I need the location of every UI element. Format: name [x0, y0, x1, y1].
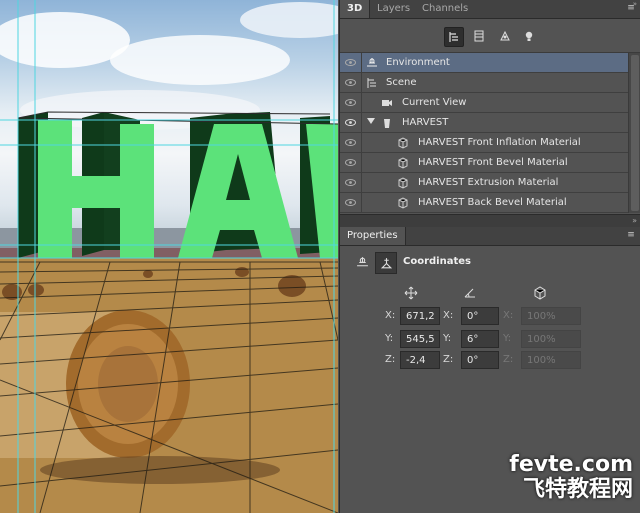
list-item-label: HARVEST Front Inflation Material — [418, 137, 581, 148]
visibility-eye-icon[interactable] — [340, 133, 362, 152]
panel-dock: 3D Layers Channels ≡ » Environment Scene — [339, 0, 640, 513]
rotation-y-input[interactable]: 6° — [461, 330, 499, 348]
watermark-site-name: 飞特教程网 — [522, 477, 633, 502]
scale-z-input[interactable]: 100% — [521, 351, 581, 369]
expand-triangle-icon[interactable] — [367, 118, 375, 124]
list-item-label: HARVEST Extrusion Material — [418, 177, 559, 188]
environment-props-icon[interactable] — [354, 254, 370, 270]
collapse-icon[interactable]: » — [632, 215, 637, 226]
camera-icon — [380, 96, 393, 109]
position-x-input[interactable]: 671,2 — [400, 307, 440, 325]
axis-label: Y: — [443, 333, 452, 344]
rotation-icon — [461, 284, 479, 302]
properties-tabbar: Properties ≡ — [340, 227, 640, 246]
tab-3d[interactable]: 3D — [340, 0, 371, 18]
panel-splitter[interactable]: » — [340, 214, 640, 228]
scale-y-input[interactable]: 100% — [521, 330, 581, 348]
axis-label: Y: — [385, 333, 394, 344]
list-item-harvest[interactable]: HARVEST — [340, 113, 628, 133]
list-item-label: Current View — [402, 97, 467, 108]
axis-label: Z: — [385, 354, 396, 365]
scale-icon — [531, 284, 549, 302]
properties-header: Coordinates — [340, 250, 640, 276]
material-icon — [396, 156, 409, 169]
rotation-z-input[interactable]: 0° — [461, 351, 499, 369]
list-item-material[interactable]: HARVEST Extrusion Material — [340, 173, 628, 193]
visibility-eye-icon[interactable] — [340, 113, 362, 132]
position-y-input[interactable]: 545,5 — [400, 330, 440, 348]
watermark-domain: fevte.com — [509, 452, 633, 477]
axis-label: Z: — [443, 354, 454, 365]
list-item-scene[interactable]: Scene — [340, 73, 628, 93]
list-item-label: Environment — [386, 57, 450, 68]
list-item-label: HARVEST Back Bevel Material — [418, 197, 567, 208]
visibility-eye-icon[interactable] — [340, 73, 362, 92]
tab-layers[interactable]: Layers — [370, 0, 417, 18]
material-filter-icon[interactable] — [496, 27, 514, 45]
list-item-label: Scene — [386, 77, 417, 88]
scene-icon — [365, 76, 378, 89]
list-item-environment[interactable]: Environment — [340, 53, 628, 73]
material-icon — [396, 136, 409, 149]
mesh-icon — [380, 116, 393, 129]
visibility-eye-icon[interactable] — [340, 153, 362, 172]
material-icon — [396, 196, 409, 209]
axis-label: X: — [385, 310, 396, 321]
watermark: fevte.com 飞特教程网 — [509, 453, 633, 503]
properties-menu-icon[interactable]: ≡ — [625, 230, 637, 240]
list-item-material[interactable]: HARVEST Front Bevel Material — [340, 153, 628, 173]
position-icon — [402, 284, 420, 302]
mesh-filter-icon[interactable] — [470, 27, 488, 45]
scene-render — [0, 0, 338, 513]
axis-label: Z: — [503, 354, 514, 365]
section-title: Coordinates — [403, 256, 471, 267]
visibility-eye-icon[interactable] — [340, 93, 362, 112]
scene-filter-icon[interactable] — [444, 27, 464, 47]
scale-x-input[interactable]: 100% — [521, 307, 581, 325]
axis-label: X: — [503, 310, 514, 321]
environment-icon — [365, 56, 378, 69]
list-scrollbar[interactable] — [628, 53, 640, 213]
visibility-eye-icon[interactable] — [340, 193, 362, 212]
3d-filter-toolbar — [340, 19, 640, 53]
document-canvas[interactable] — [0, 0, 338, 513]
list-item-material[interactable]: HARVEST Front Inflation Material — [340, 133, 628, 153]
axis-label: X: — [443, 310, 454, 321]
rotation-x-input[interactable]: 0° — [461, 307, 499, 325]
tab-properties[interactable]: Properties — [340, 227, 406, 245]
list-item-material[interactable]: HARVEST Back Bevel Material — [340, 193, 628, 213]
tab-channels[interactable]: Channels — [415, 0, 475, 18]
coordinates-props-icon[interactable] — [375, 252, 397, 274]
list-item-current-view[interactable]: Current View — [340, 93, 628, 113]
list-item-label: HARVEST Front Bevel Material — [418, 157, 568, 168]
list-item-label: HARVEST — [402, 117, 449, 128]
axis-label: Y: — [503, 333, 512, 344]
visibility-eye-icon[interactable] — [340, 173, 362, 192]
material-icon — [396, 176, 409, 189]
collapse-panel-icon[interactable]: » — [633, 0, 637, 8]
panel-tabbar: 3D Layers Channels ≡ » — [340, 0, 640, 19]
light-filter-icon[interactable] — [520, 27, 538, 45]
visibility-eye-icon[interactable] — [340, 53, 362, 72]
position-z-input[interactable]: -2,4 — [400, 351, 440, 369]
